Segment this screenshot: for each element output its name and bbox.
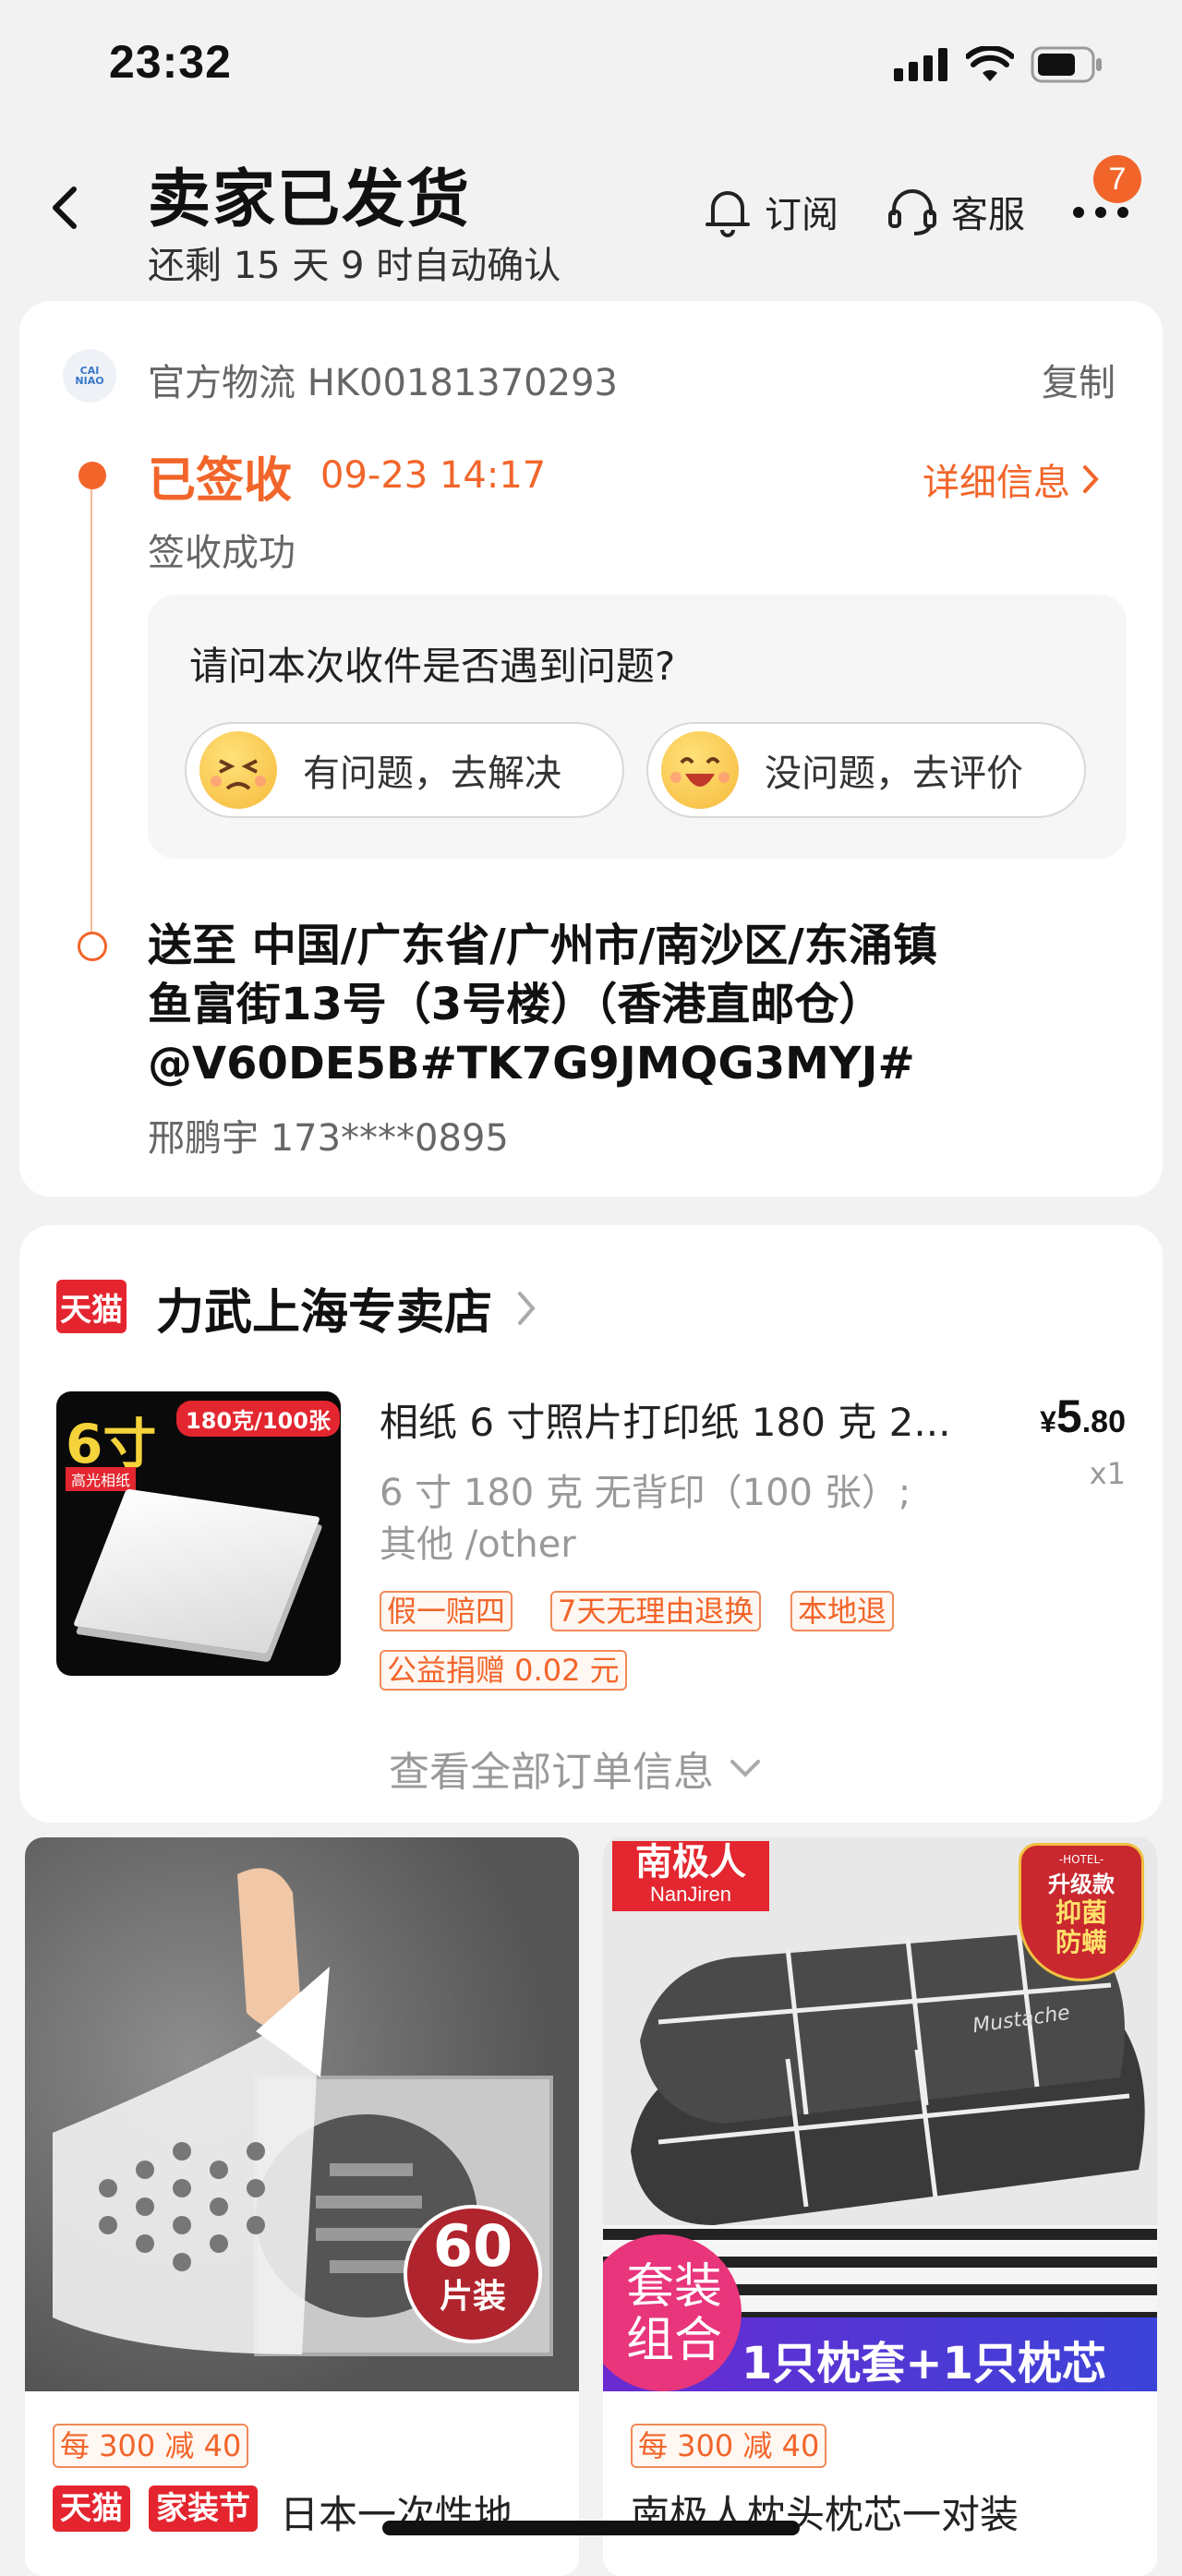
promo-tag: 每 300 减 40 — [53, 2424, 249, 2468]
price-symbol: ¥ — [1040, 1405, 1056, 1438]
auto-confirm-countdown: 还剩 15 天 9 时自动确认 — [148, 245, 561, 287]
recipient-info: 邢鹏宇 173****0895 — [148, 1117, 509, 1160]
timeline-dot-address — [78, 932, 107, 961]
bell-icon — [706, 191, 750, 237]
home-festival-badge: 家装节 — [149, 2486, 258, 2532]
product-spec-line-2: 其他 /other — [380, 1523, 576, 1566]
status-time: 23:32 — [109, 36, 232, 88]
brand-name: 南极人 — [635, 1841, 746, 1884]
quantity-badge-number: 60 — [432, 2212, 513, 2280]
store-link[interactable]: 力武上海专卖店 — [156, 1273, 537, 1342]
logistics-card: CAI NIAO 官方物流 HK00181370293 复制 已签收 09-23… — [19, 301, 1163, 1197]
tmall-badge: 天猫 — [53, 2486, 130, 2532]
no-problem-button[interactable]: 没问题，去评价 — [646, 722, 1086, 818]
delivery-time: 09-23 14:17 — [320, 454, 547, 497]
delivery-substatus: 签收成功 — [148, 532, 296, 574]
hotel-tag-bottom-2: 防螨 — [1055, 1927, 1107, 1957]
brand-name-en: NanJiren — [649, 1883, 732, 1906]
view-all-label: 查看全部订单信息 — [389, 1749, 714, 1796]
set-combo-line-1: 套装 — [625, 2259, 722, 2315]
signal-icon — [894, 48, 949, 81]
detail-info-link[interactable]: 详细信息 — [923, 452, 1100, 506]
delivery-address: 送至 中国/广东省/广州市/南沙区/东涌镇 鱼富街13号（3号楼）（香港直邮仓）… — [148, 916, 937, 1093]
product-image[interactable]: 6寸 180克/100张 高光相纸 — [56, 1391, 341, 1676]
recommendation-image-1: 60 片装 — [25, 1837, 579, 2391]
feedback-box: 请问本次收件是否遇到问题? 有问题，去解决 没问题，去评价 — [148, 595, 1127, 859]
customer-service-button[interactable]: 客服 — [886, 185, 1025, 238]
cainiao-logo: CAI NIAO — [63, 349, 116, 403]
order-card: 天猫 力武上海专卖店 6寸 180克/100张 高光相纸 相纸 6 寸照片打印纸… — [19, 1225, 1163, 1823]
price-decimal: .80 — [1081, 1404, 1126, 1439]
store-name: 力武上海专卖店 — [156, 1285, 493, 1341]
hotel-tag-mid: 升级款 — [1048, 1872, 1115, 1897]
product-quantity: x1 — [1089, 1456, 1126, 1491]
brand-logo: 南极人 NanJiren — [612, 1841, 769, 1911]
cainiao-logo-text: CAI NIAO — [75, 365, 104, 387]
price-integer: 5 — [1055, 1390, 1082, 1442]
address-line-1: 送至 中国/广东省/广州市/南沙区/东涌镇 — [148, 920, 937, 971]
badge-count: 7 — [1108, 161, 1127, 197]
no-problem-label: 没问题，去评价 — [765, 752, 1023, 795]
recommendation-image-2: 南极人 NanJiren -HOTEL- 升级款 抑菌 防螨 Mustache … — [603, 1837, 1157, 2391]
hotel-upgrade-badge: -HOTEL- 升级款 抑菌 防螨 — [1019, 1843, 1144, 1981]
happy-face-icon — [661, 731, 739, 809]
notification-badge: 7 — [1093, 155, 1141, 203]
charity-tag: 公益捐赠 0.02 元 — [380, 1650, 627, 1691]
subscribe-button[interactable]: 订阅 — [704, 185, 838, 238]
battery-icon — [1031, 46, 1104, 87]
set-banner-label: 1只枕套+1只枕芯 — [742, 2338, 1107, 2389]
subscribe-label: 订阅 — [765, 194, 838, 236]
hotel-tag-bottom-1: 抑菌 — [1055, 1897, 1107, 1928]
product-spec: 6 寸 180 克 无背印（100 张）; 其他 /other — [380, 1467, 911, 1571]
detail-info-label: 详细信息 — [923, 462, 1070, 504]
service-tag-7day-return: 7天无理由退换 — [550, 1591, 762, 1631]
quantity-badge-unit: 片装 — [439, 2278, 506, 2316]
home-indicator — [382, 2521, 800, 2535]
view-all-order-info-button[interactable]: 查看全部订单信息 — [389, 1739, 762, 1798]
delivery-status: 已签收 — [148, 453, 293, 509]
photo-paper-box — [72, 1488, 321, 1655]
address-line-3: @V60DE5B#TK7G9JMQG3MYJ# — [148, 1038, 915, 1089]
frustrated-face-icon — [199, 731, 277, 809]
headset-icon — [888, 189, 936, 235]
set-combo-line-2: 组合 — [625, 2313, 722, 2368]
product-title[interactable]: 相纸 6 寸照片打印纸 180 克 2... — [380, 1391, 1017, 1448]
feedback-question: 请问本次收件是否遇到问题? — [189, 644, 676, 689]
service-tag-fake-compensation: 假一赔四 — [380, 1591, 513, 1631]
tmall-store-badge: 天猫 — [56, 1280, 127, 1333]
tmall-badge-label: 天猫 — [60, 1291, 123, 1329]
wifi-icon — [965, 44, 1015, 87]
timeline-dot-current — [78, 462, 106, 489]
promo-tag: 每 300 减 40 — [631, 2424, 827, 2468]
service-tag-local-return: 本地退 — [790, 1591, 895, 1631]
quantity-badge: 60 片装 — [404, 2205, 542, 2343]
has-problem-button[interactable]: 有问题，去解决 — [185, 722, 624, 818]
product-price: ¥5.80 — [1040, 1390, 1126, 1443]
back-button[interactable] — [46, 180, 92, 235]
chevron-right-icon — [518, 1291, 536, 1325]
chevron-right-icon — [1083, 465, 1099, 493]
product-spec-line-1: 6 寸 180 克 无背印（100 张）; — [380, 1472, 911, 1514]
copy-button[interactable]: 复制 — [1042, 353, 1116, 406]
chevron-down-icon — [730, 1760, 760, 1777]
page-title: 卖家已发货 — [148, 163, 472, 236]
chevron-left-icon — [53, 187, 77, 229]
timeline-line — [90, 486, 92, 947]
has-problem-label: 有问题，去解决 — [303, 752, 561, 795]
address-line-2: 鱼富街13号（3号楼）（香港直邮仓） — [148, 979, 884, 1030]
product-image-sub-tag: 高光相纸 — [66, 1467, 137, 1491]
recommendation-card-2[interactable]: 南极人 NanJiren -HOTEL- 升级款 抑菌 防螨 Mustache … — [603, 1837, 1157, 2576]
hotel-tag-top: -HOTEL- — [1058, 1853, 1104, 1866]
tracking-number: 官方物流 HK00181370293 — [148, 362, 618, 404]
recommendation-card-1[interactable]: 60 片装 每 300 减 40 天猫 家装节 日本一次性地 — [25, 1837, 579, 2576]
product-image-spec-tag: 180克/100张 — [176, 1401, 340, 1437]
service-label: 客服 — [951, 194, 1025, 236]
